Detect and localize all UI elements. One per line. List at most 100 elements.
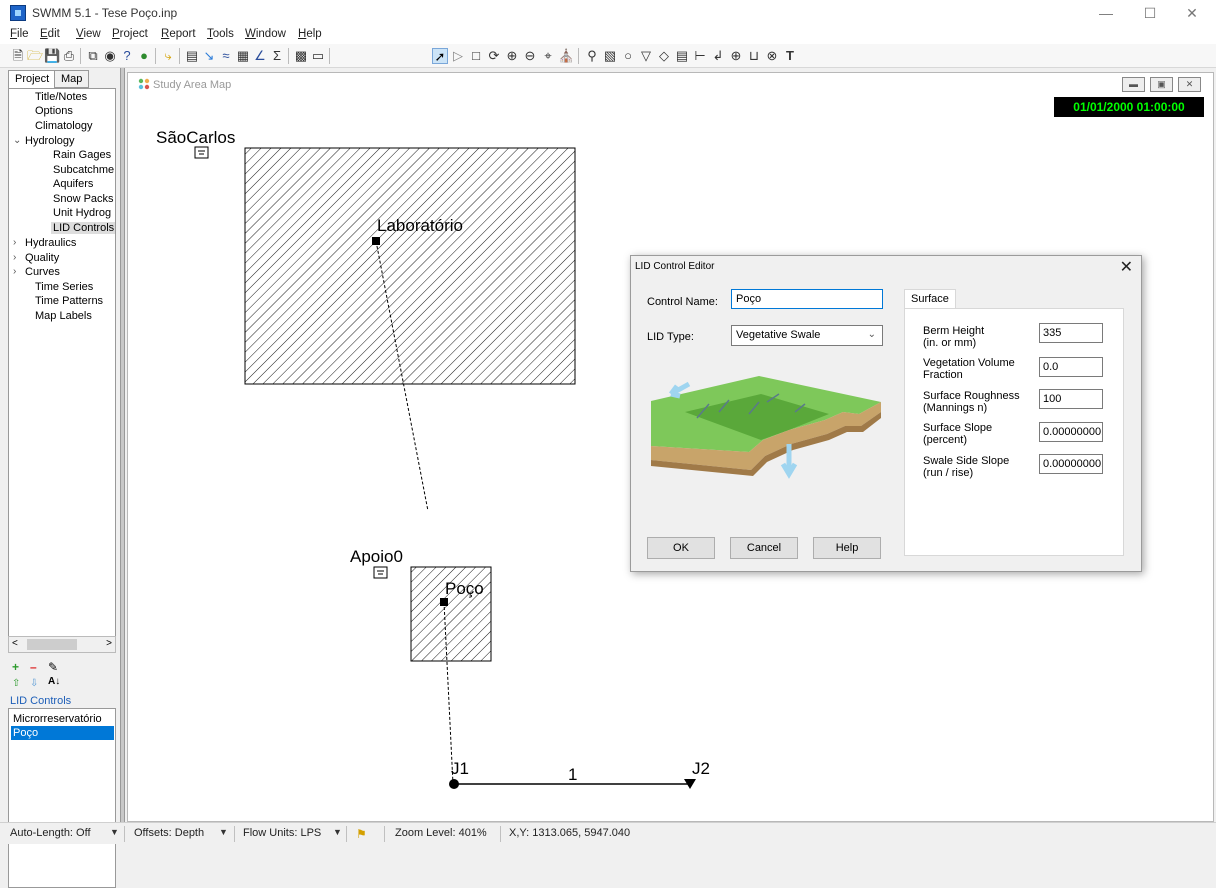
menu-help[interactable]: Help (298, 28, 322, 40)
select-object-icon[interactable]: ➚ (432, 48, 448, 64)
tree-item-options[interactable]: Options (35, 105, 73, 117)
berm-height-input[interactable]: 335 (1039, 323, 1103, 343)
surface-roughness-input[interactable]: 100 (1039, 389, 1103, 409)
options-icon[interactable]: ▩ (293, 48, 309, 64)
move-down-icon[interactable]: ⇩ (30, 678, 38, 689)
outfall-icon[interactable]: ▽ (638, 48, 654, 64)
expand-icon[interactable]: › (13, 266, 16, 277)
add-icon[interactable]: + (12, 660, 19, 674)
overview-map-icon[interactable]: ● (136, 48, 152, 64)
tree-item-hydrology[interactable]: Hydrology (25, 135, 75, 147)
tree-item-map-labels[interactable]: Map Labels (35, 310, 92, 322)
tree-item-snow-packs[interactable]: Snow Packs (53, 193, 114, 205)
menu-view[interactable]: View (76, 28, 101, 40)
scroll-left-icon[interactable]: < (12, 638, 18, 649)
expand-icon[interactable]: › (13, 252, 16, 263)
close-icon[interactable]: ✕ (1120, 257, 1133, 277)
query-icon[interactable]: ? (119, 48, 135, 64)
panel-splitter[interactable] (120, 68, 125, 822)
statistics-icon[interactable]: Σ (269, 48, 285, 64)
tree-item-unit-hydrographs[interactable]: Unit Hydrog (53, 207, 111, 219)
text-label-tool[interactable]: T (782, 48, 798, 64)
chevron-down-icon[interactable]: ▼ (219, 827, 228, 837)
outlet-icon[interactable]: ⊗ (764, 48, 780, 64)
full-extent-icon[interactable]: ⌖ (540, 48, 556, 64)
tree-item-rain-gages[interactable]: Rain Gages (53, 149, 111, 161)
subcatchment-laboratorio[interactable] (244, 147, 576, 385)
conduit-icon[interactable]: ⊢ (692, 48, 708, 64)
minimize-button[interactable]: — (1086, 3, 1126, 23)
menu-tools[interactable]: Tools (207, 28, 234, 40)
tree-item-title-notes[interactable]: Title/Notes (35, 91, 87, 103)
divider-icon[interactable]: ◇ (656, 48, 672, 64)
menu-file[interactable]: File (10, 28, 29, 40)
scroll-thumb[interactable] (27, 639, 77, 650)
open-folder-icon[interactable]: 🗁 (27, 48, 43, 64)
tree-item-curves[interactable]: Curves (25, 266, 60, 278)
tab-project[interactable]: Project (8, 70, 57, 88)
run-simulation-icon[interactable]: ⤷ (160, 48, 176, 64)
menu-report[interactable]: Report (161, 28, 196, 40)
ok-button[interactable]: OK (647, 537, 715, 559)
delete-icon[interactable]: – (30, 660, 37, 674)
flow-units-status[interactable]: Flow Units: LPS (243, 827, 321, 839)
tree-item-aquifers[interactable]: Aquifers (53, 178, 93, 190)
find-icon[interactable]: ◉ (102, 48, 118, 64)
save-icon[interactable]: 💾 (44, 48, 60, 64)
tree-item-time-series[interactable]: Time Series (35, 281, 93, 293)
subcatchment-icon[interactable]: ▧ (602, 48, 618, 64)
junction-icon[interactable]: ○ (620, 48, 636, 64)
zoom-in-icon[interactable]: ⊕ (504, 48, 520, 64)
orifice-icon[interactable]: ⊕ (728, 48, 744, 64)
pan-icon[interactable]: ⟳ (486, 48, 502, 64)
vegetation-volume-input[interactable]: 0.0 (1039, 357, 1103, 377)
tab-surface[interactable]: Surface (904, 289, 956, 309)
menu-project[interactable]: Project (112, 28, 148, 40)
scatter-plot-icon[interactable]: ∠ (252, 48, 268, 64)
tree-item-hydraulics[interactable]: Hydraulics (25, 237, 76, 249)
zoom-out-icon[interactable]: ⊖ (522, 48, 538, 64)
close-window-button[interactable]: ✕ (1172, 3, 1212, 23)
chevron-down-icon[interactable]: ▼ (333, 827, 342, 837)
menu-edit[interactable]: Edit (40, 28, 60, 40)
weir-icon[interactable]: ⊔ (746, 48, 762, 64)
tree-item-time-patterns[interactable]: Time Patterns (35, 295, 103, 307)
time-series-plot-icon[interactable]: ≈ (218, 48, 234, 64)
move-up-icon[interactable]: ⇧ (12, 678, 20, 689)
help-button[interactable]: Help (813, 537, 881, 559)
tree-item-subcatchments[interactable]: Subcatchme (53, 164, 114, 176)
copy-icon[interactable]: ⧉ (85, 48, 101, 64)
status-report-icon[interactable]: ▤ (184, 48, 200, 64)
select-vertex-icon[interactable]: ▷ (450, 48, 466, 64)
expand-icon[interactable]: › (13, 237, 16, 248)
chevron-down-icon[interactable]: ▼ (110, 827, 119, 837)
edit-icon[interactable]: ✎ (48, 660, 58, 674)
cancel-button[interactable]: Cancel (730, 537, 798, 559)
scroll-right-icon[interactable]: > (106, 638, 112, 649)
new-file-icon[interactable]: 🗎 (10, 48, 26, 64)
control-name-input[interactable]: Poço (731, 289, 883, 309)
list-item[interactable]: Microrreservatório (11, 712, 114, 726)
tree-item-quality[interactable]: Quality (25, 252, 59, 264)
rain-gage-icon[interactable]: ⚲ (584, 48, 600, 64)
tree-horizontal-scrollbar[interactable]: < > (8, 636, 116, 653)
lid-type-select[interactable]: Vegetative Swale ⌄ (731, 325, 883, 346)
print-icon[interactable]: ⎙ (61, 48, 77, 64)
storage-icon[interactable]: ▤ (674, 48, 690, 64)
swale-side-slope-input[interactable]: 0.000000001 (1039, 454, 1103, 474)
tab-map[interactable]: Map (54, 70, 90, 88)
rain-gage-icon[interactable] (194, 146, 209, 159)
run-status-icon[interactable]: ⚑ (356, 827, 367, 841)
rain-gage-icon[interactable] (373, 566, 388, 579)
junction-node[interactable] (449, 779, 459, 789)
collapse-icon[interactable]: ⌄ (13, 135, 21, 146)
maximize-button[interactable]: ☐ (1130, 3, 1170, 23)
offsets-status[interactable]: Offsets: Depth (134, 827, 204, 839)
pump-icon[interactable]: ↲ (710, 48, 726, 64)
auto-length-status[interactable]: Auto-Length: Off (10, 827, 91, 839)
table-icon[interactable]: ▦ (235, 48, 251, 64)
select-region-icon[interactable]: □ (468, 48, 484, 64)
tree-item-lid-controls[interactable]: LID Controls (51, 222, 115, 234)
list-item[interactable]: Poço (11, 726, 114, 740)
profile-plot-icon[interactable]: ↘ (201, 48, 217, 64)
